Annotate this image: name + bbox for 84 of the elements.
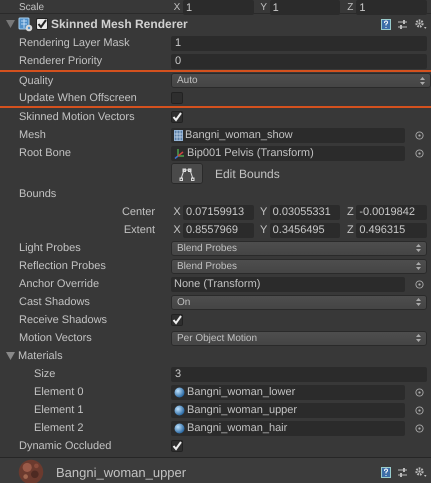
object-picker-icon[interactable] bbox=[415, 280, 424, 288]
updown-arrows-icon bbox=[416, 298, 421, 306]
number-field[interactable]: 0.3456495 bbox=[270, 222, 340, 238]
number-field[interactable]: 0.496315 bbox=[356, 222, 428, 238]
updown-arrows-icon bbox=[416, 334, 421, 342]
help-book-icon[interactable] bbox=[381, 466, 391, 478]
number-field[interactable]: 1 bbox=[183, 0, 254, 15]
settings-icon[interactable] bbox=[414, 18, 427, 30]
foldout-arrow-icon[interactable] bbox=[6, 20, 15, 28]
number-field[interactable]: 1 bbox=[356, 0, 428, 15]
property-label: Scale bbox=[18, 2, 46, 13]
property-label: Motion Vectors bbox=[18, 332, 93, 344]
axis-label: X bbox=[172, 2, 182, 13]
property-label: Reflection Probes bbox=[18, 260, 107, 272]
property-label: Skinned Motion Vectors bbox=[18, 111, 136, 123]
number-field[interactable]: 3 bbox=[171, 366, 427, 382]
checkbox[interactable] bbox=[171, 440, 183, 452]
property-label: Mesh bbox=[18, 129, 47, 141]
dropdown[interactable]: Per Object Motion bbox=[171, 330, 427, 346]
number-field[interactable]: 0.8557969 bbox=[183, 222, 254, 238]
property-label: Size bbox=[33, 368, 56, 380]
checkbox[interactable] bbox=[171, 111, 183, 123]
property-label: Update When Offscreen bbox=[18, 92, 138, 104]
updown-arrows-icon bbox=[416, 262, 421, 270]
property-label: Extent bbox=[122, 224, 156, 236]
property-label: Element 2 bbox=[33, 422, 85, 434]
property-label: Receive Shadows bbox=[18, 314, 108, 326]
sphere-icon bbox=[174, 386, 185, 398]
property-label: Element 0 bbox=[33, 386, 85, 398]
axis-label: X bbox=[172, 206, 182, 218]
dropdown[interactable]: Auto bbox=[171, 73, 431, 88]
axis-label: X bbox=[172, 224, 182, 236]
preview-title: Bangni_woman_upper bbox=[56, 464, 188, 480]
property-label: Anchor Override bbox=[18, 278, 100, 290]
property-label: Center bbox=[120, 206, 156, 218]
foldout-arrow-icon[interactable] bbox=[6, 352, 15, 360]
number-field[interactable]: 0 bbox=[171, 54, 427, 68]
axis-label: Z bbox=[346, 2, 354, 13]
number-field[interactable]: 1 bbox=[171, 36, 427, 50]
mesh-renderer-icon bbox=[18, 16, 33, 32]
button-label: Edit Bounds bbox=[215, 166, 280, 180]
checkbox[interactable] bbox=[171, 314, 183, 326]
updown-arrows-icon bbox=[416, 244, 421, 252]
edit-bounds-button[interactable] bbox=[171, 163, 203, 184]
foldout-label[interactable]: Materials bbox=[18, 350, 63, 362]
sphere-icon bbox=[174, 404, 185, 416]
axes-icon bbox=[174, 148, 185, 158]
property-label: Root Bone bbox=[18, 147, 72, 159]
property-label: Rendering Layer Mask bbox=[18, 37, 131, 49]
property-label: Dynamic Occluded bbox=[18, 440, 112, 452]
object-field[interactable]: Bangni_woman_show bbox=[171, 128, 405, 142]
object-field[interactable]: Bangni_woman_upper bbox=[171, 402, 405, 418]
property-label: Light Probes bbox=[18, 242, 82, 254]
axis-label: Y bbox=[259, 206, 268, 218]
number-field[interactable]: 0.03055331 bbox=[270, 204, 340, 220]
dropdown[interactable]: Blend Probes bbox=[171, 258, 427, 274]
number-field[interactable]: 0.07159913 bbox=[183, 204, 254, 220]
dropdown[interactable]: Blend Probes bbox=[171, 240, 427, 256]
object-field[interactable]: Bip001 Pelvis (Transform) bbox=[171, 146, 405, 160]
property-label: Cast Shadows bbox=[18, 296, 91, 308]
sliders-icon[interactable] bbox=[397, 466, 408, 478]
enable-checkbox[interactable] bbox=[36, 18, 48, 30]
property-label: Quality bbox=[18, 74, 54, 86]
axis-label: Z bbox=[346, 206, 355, 218]
sliders-icon[interactable] bbox=[397, 18, 408, 30]
axis-label: Z bbox=[346, 224, 355, 236]
number-field[interactable]: 1 bbox=[270, 0, 340, 15]
dropdown[interactable]: On bbox=[171, 294, 427, 310]
component-title: Skinned Mesh Renderer bbox=[51, 17, 189, 31]
sphere-icon bbox=[174, 422, 185, 434]
updown-arrows-icon bbox=[420, 76, 425, 84]
mesh-grid-icon bbox=[174, 130, 183, 140]
property-label: Element 1 bbox=[33, 404, 85, 416]
number-field[interactable]: -0.0019842 bbox=[356, 204, 428, 220]
property-label: Renderer Priority bbox=[18, 55, 104, 67]
section-label: Bounds bbox=[18, 188, 58, 200]
axis-label: Y bbox=[259, 224, 268, 236]
help-book-icon[interactable] bbox=[381, 18, 391, 30]
object-field[interactable]: Bangni_woman_lower bbox=[171, 384, 405, 400]
settings-icon[interactable] bbox=[414, 466, 427, 478]
axis-label: Y bbox=[259, 2, 268, 13]
object-field[interactable]: None (Transform) bbox=[171, 276, 405, 292]
object-field[interactable]: Bangni_woman_hair bbox=[171, 420, 405, 436]
bounds-shape-icon bbox=[179, 166, 195, 180]
